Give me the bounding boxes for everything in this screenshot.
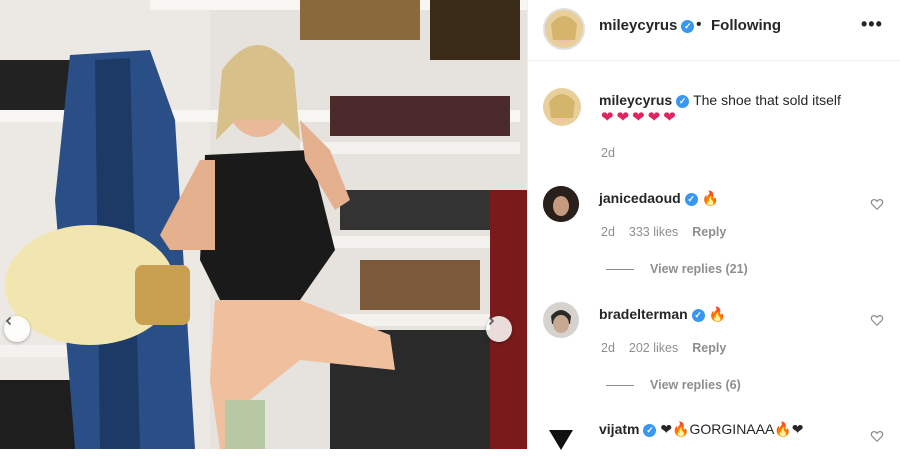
avatar-image bbox=[545, 10, 583, 48]
heart-outline-icon[interactable] bbox=[870, 313, 884, 327]
caption-author-avatar[interactable] bbox=[543, 88, 581, 126]
post-header: mileycyrus ✓ • Following ••• bbox=[528, 0, 900, 61]
separator-dot: • bbox=[696, 16, 702, 33]
following-button[interactable]: Following bbox=[711, 17, 781, 34]
view-replies-button[interactable]: View replies (21) bbox=[606, 262, 748, 276]
carousel-next-button[interactable] bbox=[486, 316, 512, 342]
verified-icon: ✓ bbox=[643, 424, 657, 437]
comment-likes[interactable]: 333 likes bbox=[629, 225, 678, 239]
commenter-avatar[interactable] bbox=[543, 302, 579, 338]
comment-time: 2d bbox=[601, 225, 615, 239]
commenter-username[interactable]: bradelterman ✓ 🔥 bbox=[599, 306, 726, 323]
photo-illustration bbox=[0, 0, 527, 449]
carousel-prev-button[interactable] bbox=[4, 316, 30, 342]
heart-outline-icon[interactable] bbox=[870, 197, 884, 211]
comment-meta: 2d 202 likes Reply bbox=[601, 341, 740, 355]
author-username[interactable]: mileycyrus ✓ bbox=[599, 17, 695, 34]
avatar-image bbox=[543, 88, 581, 126]
chevron-right-icon bbox=[488, 316, 495, 326]
comment-item: janicedaoud ✓ 🔥 2d 333 likes Reply View rep… bbox=[528, 178, 900, 288]
heart-outline-icon[interactable] bbox=[870, 429, 884, 443]
verified-icon: ✓ bbox=[684, 193, 698, 206]
caption-username[interactable]: mileycyrus ✓ The shoe that sold itself bbox=[599, 92, 841, 108]
caption-time: 2d bbox=[601, 146, 615, 160]
post-side-panel: mileycyrus ✓ • Following ••• mileycyrus ✓ … bbox=[527, 0, 900, 456]
caption-emoji: ❤❤❤❤❤ bbox=[601, 109, 679, 126]
commenter-avatar[interactable] bbox=[543, 186, 579, 222]
post-photo[interactable] bbox=[0, 0, 527, 449]
more-options-icon[interactable]: ••• bbox=[861, 14, 883, 35]
comment-text: 🔥 bbox=[708, 306, 727, 322]
reply-button[interactable]: Reply bbox=[692, 341, 726, 355]
comment-item: bradelterman ✓ 🔥 2d 202 likes Reply View re… bbox=[528, 296, 900, 406]
chevron-left-icon bbox=[5, 316, 12, 326]
comment-item: vijatm ✓ ❤🔥GORGINAAA🔥❤ bbox=[528, 412, 900, 456]
verified-icon: ✓ bbox=[691, 309, 705, 322]
commenter-username[interactable]: vijatm ✓ ❤🔥GORGINAAA🔥❤ bbox=[599, 421, 803, 438]
commenter-username[interactable]: janicedaoud ✓ 🔥 bbox=[599, 190, 719, 207]
verified-icon: ✓ bbox=[681, 20, 695, 33]
caption-text: The shoe that sold itself bbox=[693, 92, 841, 108]
avatar-image bbox=[549, 430, 573, 450]
verified-icon: ✓ bbox=[676, 95, 690, 108]
comment-text: 🔥 bbox=[701, 190, 720, 206]
avatar-image bbox=[543, 186, 579, 222]
author-avatar[interactable] bbox=[543, 8, 585, 50]
commenter-avatar[interactable] bbox=[543, 420, 579, 456]
reply-button[interactable]: Reply bbox=[692, 225, 726, 239]
comment-meta: 2d 333 likes Reply bbox=[601, 225, 740, 239]
avatar-image bbox=[543, 302, 579, 338]
comment-time: 2d bbox=[601, 341, 615, 355]
view-replies-button[interactable]: View replies (6) bbox=[606, 378, 741, 392]
caption: mileycyrus ✓ The shoe that sold itself ❤❤… bbox=[528, 60, 900, 170]
comment-likes[interactable]: 202 likes bbox=[629, 341, 678, 355]
comment-text: ❤🔥GORGINAAA🔥❤ bbox=[660, 421, 804, 437]
